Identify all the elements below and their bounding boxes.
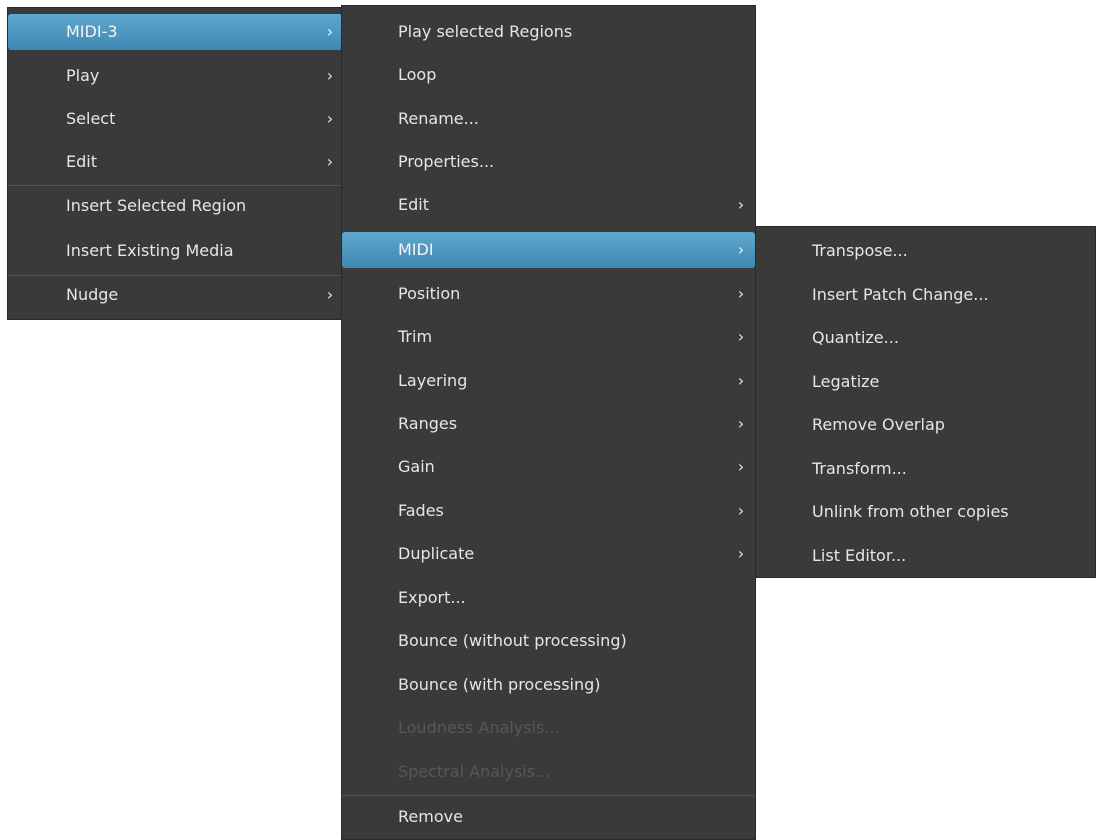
menu-item-midi[interactable]: MIDI › (342, 232, 755, 268)
submenu-arrow-icon: › (737, 327, 745, 346)
menu-item-transform[interactable]: Transform... (756, 451, 1095, 487)
menu-item-label: Loop (398, 65, 437, 84)
menu-item-insert-selected-region[interactable]: Insert Selected Region (8, 188, 342, 224)
submenu-arrow-icon: › (737, 195, 745, 214)
menu-item-label: Select (66, 109, 116, 128)
menu-item-label: Export... (398, 588, 466, 607)
submenu-arrow-icon: › (326, 285, 334, 304)
context-menu-region: Play selected Regions Loop Rename... Pro… (341, 5, 756, 840)
submenu-arrow-icon: › (326, 22, 334, 41)
menu-item-layering[interactable]: Layering › (342, 363, 755, 399)
menu-item-legatize[interactable]: Legatize (756, 364, 1095, 400)
submenu-arrow-icon: › (326, 152, 334, 171)
menu-item-label: Edit (66, 152, 97, 171)
menu-item-label: Play (66, 66, 100, 85)
menu-item-label: MIDI (398, 240, 434, 259)
menu-item-label: Position (398, 284, 461, 303)
menu-item-bounce-without-processing[interactable]: Bounce (without processing) (342, 623, 755, 659)
menu-item-label: Play selected Regions (398, 22, 573, 41)
menu-item-trim[interactable]: Trim › (342, 319, 755, 355)
menu-item-edit[interactable]: Edit › (342, 187, 755, 223)
menu-item-label: Trim (398, 327, 433, 346)
menu-item-play-selected-regions[interactable]: Play selected Regions (342, 14, 755, 50)
menu-item-label: Insert Selected Region (66, 196, 247, 215)
menu-item-duplicate[interactable]: Duplicate › (342, 536, 755, 572)
submenu-arrow-icon: › (737, 371, 745, 390)
menu-item-position[interactable]: Position › (342, 276, 755, 312)
menu-item-label: Remove (398, 807, 463, 826)
menu-item-label: Insert Patch Change... (812, 285, 989, 304)
submenu-arrow-icon: › (737, 501, 745, 520)
menu-item-bounce-with-processing[interactable]: Bounce (with processing) (342, 667, 755, 703)
menu-item-loop[interactable]: Loop (342, 57, 755, 93)
menu-item-label: Insert Existing Media (66, 241, 234, 260)
menu-item-ranges[interactable]: Ranges › (342, 406, 755, 442)
menu-item-label: Remove Overlap (812, 415, 945, 434)
menu-item-fades[interactable]: Fades › (342, 493, 755, 529)
menu-item-label: Transpose... (812, 241, 908, 260)
menu-item-label: Duplicate (398, 544, 475, 563)
menu-item-nudge[interactable]: Nudge › (8, 277, 342, 313)
submenu-arrow-icon: › (326, 109, 334, 128)
menu-item-label: Loudness Analysis... (398, 718, 560, 737)
context-menu-main: MIDI-3 › Play › Select › Edit › Insert S… (7, 7, 343, 320)
menu-item-label: Fades (398, 501, 444, 520)
submenu-arrow-icon: › (737, 544, 745, 563)
menu-item-label: Legatize (812, 372, 880, 391)
menu-item-properties[interactable]: Properties... (342, 144, 755, 180)
menu-item-label: Edit (398, 195, 429, 214)
menu-item-export[interactable]: Export... (342, 580, 755, 616)
menu-item-label: Bounce (with processing) (398, 675, 601, 694)
menu-item-transpose[interactable]: Transpose... (756, 233, 1095, 269)
menu-item-label: Bounce (without processing) (398, 631, 627, 650)
menu-item-midi-3[interactable]: MIDI-3 › (8, 14, 342, 50)
menu-item-label: Quantize... (812, 328, 899, 347)
menu-item-label: Ranges (398, 414, 458, 433)
menu-item-remove-overlap[interactable]: Remove Overlap (756, 407, 1095, 443)
submenu-arrow-icon: › (737, 284, 745, 303)
menu-item-gain[interactable]: Gain › (342, 449, 755, 485)
menu-separator (342, 795, 755, 796)
menu-item-insert-existing-media[interactable]: Insert Existing Media (8, 233, 342, 269)
submenu-arrow-icon: › (737, 457, 745, 476)
menu-item-label: List Editor... (812, 546, 907, 565)
menu-item-label: MIDI-3 (66, 22, 118, 41)
menu-item-label: Layering (398, 371, 468, 390)
menu-item-remove[interactable]: Remove (342, 799, 755, 835)
menu-item-insert-patch-change[interactable]: Insert Patch Change... (756, 277, 1095, 313)
menu-item-list-editor[interactable]: List Editor... (756, 538, 1095, 574)
menu-item-label: Unlink from other copies (812, 502, 1009, 521)
submenu-arrow-icon: › (326, 66, 334, 85)
menu-separator (8, 185, 342, 186)
submenu-arrow-icon: › (737, 414, 745, 433)
menu-item-label: Spectral Analysis... (398, 762, 551, 781)
menu-item-label: Rename... (398, 109, 479, 128)
menu-item-unlink-from-other-copies[interactable]: Unlink from other copies (756, 494, 1095, 530)
menu-item-play[interactable]: Play › (8, 58, 342, 94)
menu-item-rename[interactable]: Rename... (342, 101, 755, 137)
menu-item-label: Properties... (398, 152, 495, 171)
menu-item-spectral-analysis: Spectral Analysis... (342, 754, 755, 790)
submenu-arrow-icon: › (737, 240, 745, 259)
menu-item-loudness-analysis: Loudness Analysis... (342, 710, 755, 746)
menu-separator (8, 275, 342, 276)
menu-item-label: Nudge (66, 285, 119, 304)
context-menu-midi: Transpose... Insert Patch Change... Quan… (755, 226, 1096, 578)
menu-item-label: Gain (398, 457, 435, 476)
menu-item-edit[interactable]: Edit › (8, 144, 342, 180)
menu-item-select[interactable]: Select › (8, 101, 342, 137)
menu-item-label: Transform... (812, 459, 907, 478)
menu-item-quantize[interactable]: Quantize... (756, 320, 1095, 356)
